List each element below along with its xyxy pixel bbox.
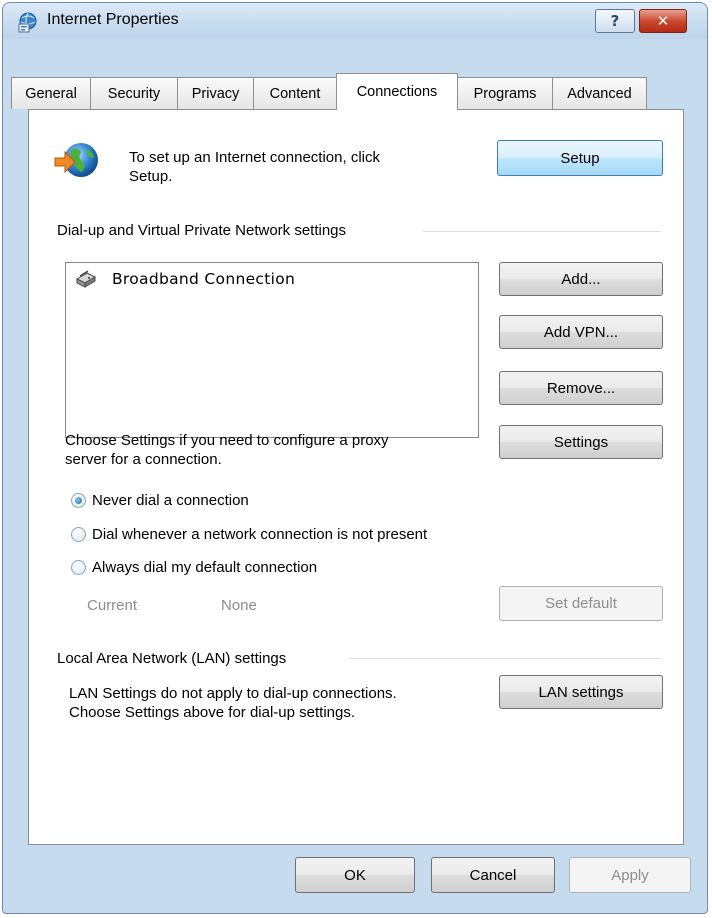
setup-button[interactable]: Setup bbox=[497, 140, 663, 176]
current-value: None bbox=[221, 597, 257, 614]
setup-text-line: Setup. bbox=[129, 168, 173, 185]
apply-button[interactable]: Apply bbox=[569, 857, 691, 893]
tab-security[interactable]: Security bbox=[90, 77, 178, 109]
proxy-description: Choose Settings if you need to configure… bbox=[65, 431, 389, 469]
help-button[interactable]: ? bbox=[595, 9, 635, 33]
lan-group-label: Local Area Network (LAN) settings bbox=[57, 650, 287, 667]
lan-text-line: Choose Settings above for dial-up settin… bbox=[69, 704, 356, 721]
add-vpn-button[interactable]: Add VPN... bbox=[499, 315, 663, 349]
connections-panel: To set up an Internet connection, click … bbox=[28, 109, 684, 845]
tab-content[interactable]: Content bbox=[253, 77, 337, 109]
internet-options-icon bbox=[18, 12, 37, 33]
radio-label: Never dial a connection bbox=[92, 492, 249, 509]
radio-never-dial[interactable]: Never dial a connection bbox=[71, 491, 249, 510]
tab-label: Security bbox=[107, 85, 161, 102]
tab-connections[interactable]: Connections bbox=[336, 73, 458, 110]
radio-label: Dial whenever a network connection is no… bbox=[92, 526, 428, 543]
tab-privacy[interactable]: Privacy bbox=[177, 77, 254, 109]
radio-button[interactable] bbox=[71, 493, 86, 508]
radio-label: Always dial my default connection bbox=[92, 559, 318, 576]
tab-label: Advanced bbox=[567, 85, 632, 102]
tab-label: Programs bbox=[473, 85, 537, 102]
proxy-text-line: server for a connection. bbox=[65, 451, 222, 468]
tab-label: Privacy bbox=[191, 85, 240, 102]
connection-settings-button[interactable]: Settings bbox=[499, 425, 663, 459]
tab-label: General bbox=[25, 85, 77, 102]
radio-always-dial-default[interactable]: Always dial my default connection bbox=[71, 558, 317, 577]
title-bar[interactable]: Internet Properties ? ✕ bbox=[3, 3, 707, 39]
close-button[interactable]: ✕ bbox=[639, 9, 687, 33]
broadband-modem-icon bbox=[75, 270, 97, 288]
tab-advanced[interactable]: Advanced bbox=[552, 77, 647, 109]
set-default-button[interactable]: Set default bbox=[499, 586, 663, 621]
connection-name: Broadband Connection bbox=[112, 270, 296, 288]
setup-text-line: To set up an Internet connection, click bbox=[129, 149, 380, 166]
lan-text-line: LAN Settings do not apply to dial-up con… bbox=[69, 685, 397, 702]
cancel-button[interactable]: Cancel bbox=[431, 857, 555, 893]
current-label: Current bbox=[87, 597, 138, 614]
add-connection-button[interactable]: Add... bbox=[499, 262, 663, 296]
lan-settings-button[interactable]: LAN settings bbox=[499, 675, 663, 709]
dialup-group-label: Dial-up and Virtual Private Network sett… bbox=[57, 222, 347, 239]
tab-general[interactable]: General bbox=[11, 77, 91, 109]
lan-description: LAN Settings do not apply to dial-up con… bbox=[69, 684, 397, 722]
internet-globe-icon bbox=[54, 143, 98, 177]
setup-description: To set up an Internet connection, click … bbox=[129, 148, 380, 186]
radio-dial-when-no-network[interactable]: Dial whenever a network connection is no… bbox=[71, 525, 427, 544]
ok-button[interactable]: OK bbox=[295, 857, 415, 893]
group-divider bbox=[349, 658, 661, 659]
tab-label: Content bbox=[269, 85, 321, 102]
tab-programs[interactable]: Programs bbox=[457, 77, 553, 109]
internet-properties-window: Internet Properties ? ✕ General Security… bbox=[2, 2, 708, 914]
tab-label: Connections bbox=[356, 84, 438, 100]
radio-button[interactable] bbox=[71, 560, 86, 575]
list-item[interactable]: Broadband Connection bbox=[74, 269, 295, 289]
window-title: Internet Properties bbox=[47, 11, 179, 28]
remove-connection-button[interactable]: Remove... bbox=[499, 371, 663, 405]
dialup-connection-list[interactable]: Broadband Connection bbox=[65, 262, 479, 438]
proxy-text-line: Choose Settings if you need to configure… bbox=[65, 432, 389, 449]
group-divider bbox=[423, 231, 661, 232]
radio-button[interactable] bbox=[71, 527, 86, 542]
close-icon: ✕ bbox=[656, 12, 670, 30]
